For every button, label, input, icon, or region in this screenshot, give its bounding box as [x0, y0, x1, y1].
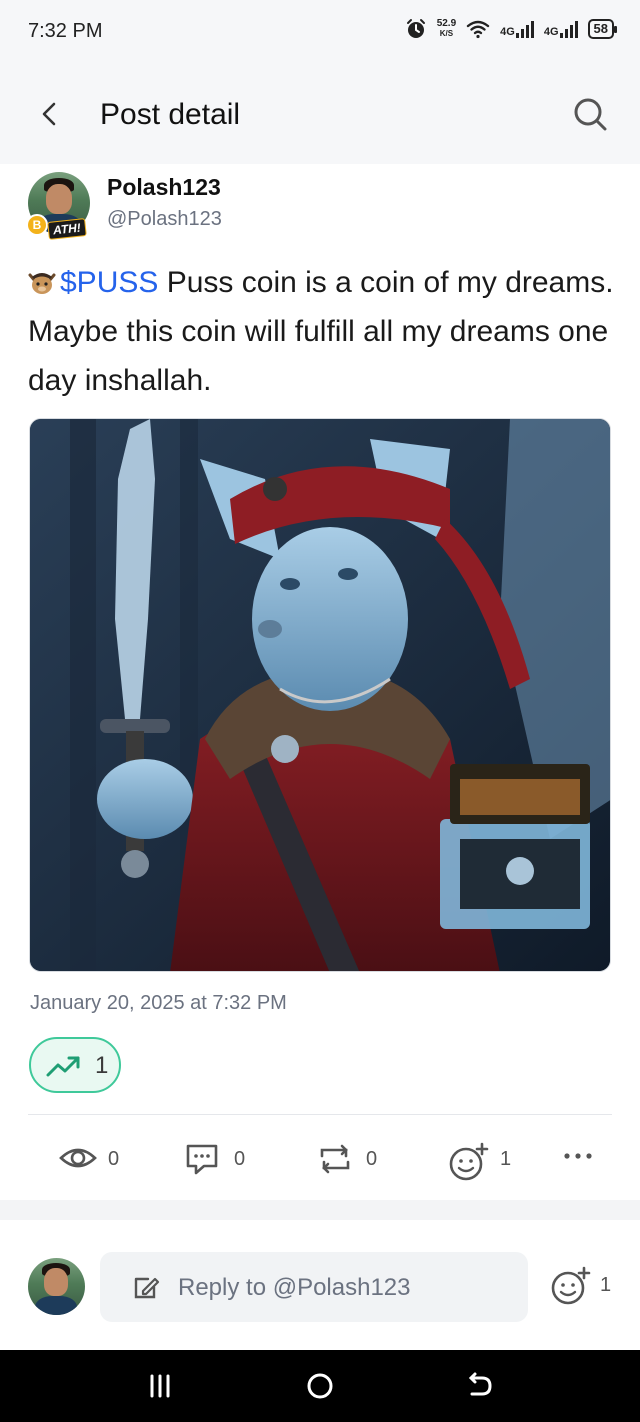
- author-name[interactable]: Polash123: [107, 174, 221, 201]
- repost-button[interactable]: 0: [316, 1138, 386, 1184]
- search-icon: [574, 98, 607, 131]
- repost-count: 0: [366, 1148, 378, 1170]
- home-circle-icon: [307, 1373, 333, 1399]
- react-button[interactable]: 1: [448, 1138, 518, 1184]
- reply-react-button[interactable]: 1: [550, 1266, 620, 1306]
- ticker-link[interactable]: $PUSS: [60, 266, 158, 299]
- add-reaction-icon: [449, 1142, 489, 1181]
- trending-up-icon: [46, 1056, 80, 1077]
- alarm-icon: [406, 19, 425, 38]
- author-avatar[interactable]: B ATH!: [26, 172, 94, 240]
- search-button[interactable]: [570, 94, 610, 134]
- comments-count: 0: [234, 1148, 246, 1170]
- ath-badge: ATH!: [47, 218, 87, 240]
- network-speed-value: 52.9: [436, 18, 457, 29]
- battery-level: 58: [593, 21, 608, 36]
- back-arrow-icon: [468, 1372, 492, 1396]
- divider: [28, 1114, 612, 1115]
- section-divider: [0, 1200, 640, 1220]
- status-icons: 52.9 K/S 4G 4G 58: [405, 18, 618, 40]
- signal-icon: 4G: [500, 20, 534, 38]
- post-date: January 20, 2025 at 7:32 PM: [30, 992, 287, 1014]
- reply-placeholder: Reply to @Polash123: [178, 1274, 411, 1301]
- reply-input[interactable]: Reply to @Polash123: [100, 1252, 528, 1322]
- page-title: Post detail: [100, 98, 241, 131]
- network-type-1: 4G: [500, 25, 515, 38]
- network-speed: 52.9 K/S: [437, 19, 456, 39]
- post-image-art: [30, 419, 610, 971]
- trend-count: 1: [95, 1052, 109, 1079]
- battery-icon: 58: [587, 19, 618, 39]
- repost-icon: [320, 1144, 350, 1174]
- status-time: 7:32 PM: [28, 20, 103, 42]
- eye-icon: [59, 1148, 97, 1168]
- edit-icon: [134, 1277, 160, 1299]
- recent-apps-button[interactable]: [142, 1370, 178, 1402]
- post-actions: 0 0 0 1: [0, 1138, 640, 1184]
- views-button[interactable]: 0: [58, 1138, 128, 1184]
- puss-cat-emoji-icon: [28, 273, 56, 294]
- current-user-avatar[interactable]: [28, 1258, 85, 1315]
- more-button[interactable]: [560, 1138, 600, 1184]
- bitcoin-badge-icon: B: [26, 214, 48, 236]
- reply-bar: Reply to @Polash123 1: [0, 1220, 640, 1350]
- wifi-icon: [466, 20, 490, 39]
- status-bar: 7:32 PM 52.9 K/S 4G 4G 58: [0, 0, 640, 64]
- views-count: 0: [108, 1148, 120, 1170]
- reactions-count: 1: [500, 1148, 512, 1170]
- post-body: $PUSS Puss coin is a coin of my dreams. …: [28, 258, 618, 405]
- back-nav-button[interactable]: [462, 1370, 498, 1402]
- network-type-2: 4G: [543, 25, 559, 38]
- reply-reaction-count: 1: [600, 1274, 612, 1296]
- home-button[interactable]: [302, 1370, 338, 1402]
- add-reaction-icon: [551, 1266, 591, 1305]
- chevron-left-icon: [42, 102, 56, 126]
- network-speed-unit: K/S: [439, 29, 454, 38]
- comments-button[interactable]: 0: [184, 1138, 254, 1184]
- post-image[interactable]: [29, 418, 611, 972]
- back-button[interactable]: [30, 94, 70, 134]
- more-horizontal-icon: [564, 1153, 592, 1159]
- trend-button[interactable]: 1: [29, 1037, 121, 1093]
- comment-icon: [186, 1144, 218, 1175]
- header: Post detail: [0, 64, 640, 164]
- author-handle[interactable]: @Polash123: [107, 208, 222, 231]
- signal-icon-2: 4G: [543, 20, 578, 38]
- system-nav-bar: [0, 1350, 640, 1422]
- recent-apps-icon: [150, 1374, 170, 1398]
